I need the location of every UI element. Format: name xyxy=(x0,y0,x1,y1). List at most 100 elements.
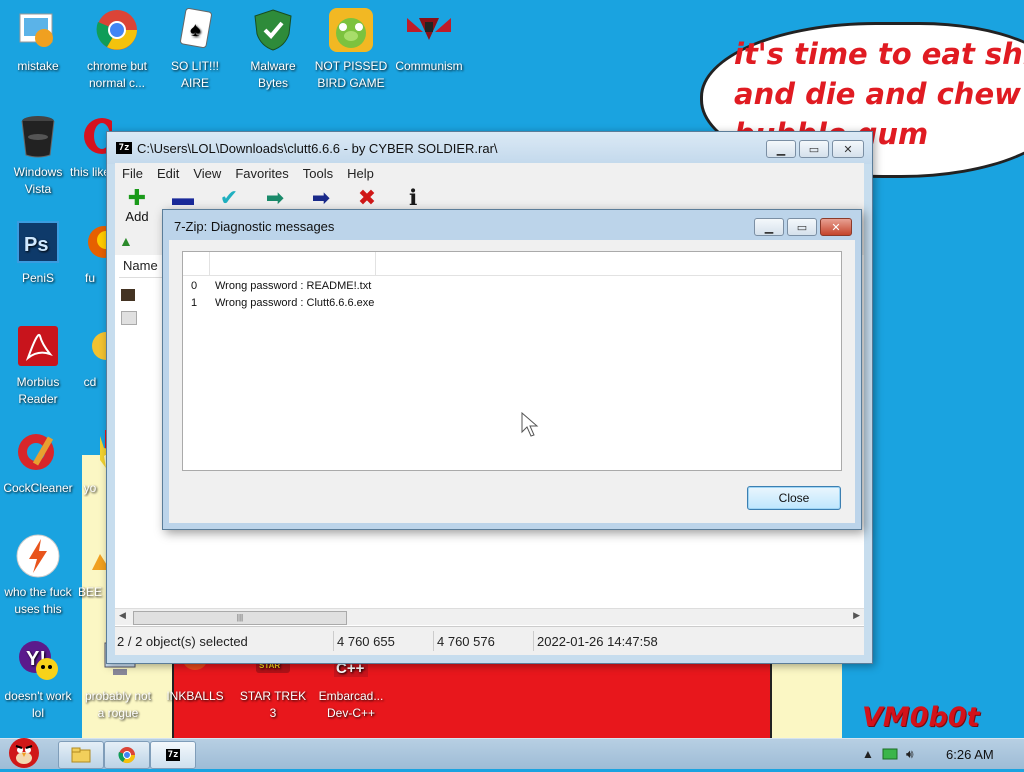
copy-button[interactable]: ➡ xyxy=(255,185,295,210)
pig-icon xyxy=(327,6,375,54)
taskbar-explorer-button[interactable] xyxy=(58,741,104,769)
message-index: 0 xyxy=(191,280,198,292)
desktop-icon-morbius-reader[interactable]: Morbius Reader xyxy=(0,322,76,408)
shield-icon xyxy=(249,6,297,54)
desktop-icon-label: PeniS xyxy=(21,271,55,285)
chrome-icon xyxy=(93,6,141,54)
show-hidden-icons-icon[interactable]: ▲ xyxy=(862,747,874,761)
title-bar[interactable]: 7z C:\Users\LOL\Downloads\clutt6.6.6 - b… xyxy=(107,132,872,164)
angry-bird-icon xyxy=(9,738,39,768)
status-size: 4 760 655 xyxy=(337,634,395,649)
chrome-icon xyxy=(118,747,136,764)
test-button[interactable]: ✔ xyxy=(209,185,249,210)
column-header-index[interactable] xyxy=(183,252,210,275)
status-divider xyxy=(333,631,334,651)
desktop-icon-label: Embarcad... Dev-C++ xyxy=(318,689,384,720)
desktop-icon-windows-vista[interactable]: Windows Vista xyxy=(0,112,76,198)
extract-button[interactable]: ▬ xyxy=(163,185,203,210)
taskbar-clock[interactable]: 6:26 AM xyxy=(946,747,994,762)
desktop-icon-yahoo[interactable]: Y! doesn't work lol xyxy=(0,636,76,722)
delete-icon: ✖ xyxy=(357,185,377,210)
menu-bar: File Edit View Favorites Tools Help xyxy=(115,163,864,183)
volume-icon[interactable]: 🔊︎ xyxy=(906,747,914,762)
folder-icon xyxy=(71,747,91,763)
scroll-thumb[interactable]: ||| xyxy=(133,611,347,625)
desktop-icon-chrome[interactable]: chrome but normal c... xyxy=(79,6,155,92)
menu-view[interactable]: View xyxy=(186,166,228,181)
minimize-icon: ▁ xyxy=(764,221,774,234)
ccleaner-icon xyxy=(14,428,62,476)
status-modified: 2022-01-26 14:47:58 xyxy=(537,634,658,649)
message-list-header xyxy=(183,252,841,276)
message-index: 1 xyxy=(191,297,198,309)
close-icon: ✕ xyxy=(831,221,841,234)
diagnostic-dialog: 7-Zip: Diagnostic messages ▁ ▭ ✕ 0 Wrong… xyxy=(162,209,862,530)
file-type-icon xyxy=(121,289,135,301)
yahoo-icon: Y! xyxy=(14,636,62,684)
desktop-icon-label: Malware Bytes xyxy=(250,59,296,90)
minimize-icon: ▁ xyxy=(776,143,786,156)
speech-line: it's time to eat shit xyxy=(734,37,1024,71)
folder-up-icon[interactable]: ▲ xyxy=(119,233,139,251)
column-header-message[interactable] xyxy=(210,252,376,275)
status-divider xyxy=(433,631,434,651)
minimize-button[interactable]: ▁ xyxy=(766,140,796,158)
start-button[interactable] xyxy=(2,731,44,769)
desktop-icon-label: Morbius Reader xyxy=(16,375,60,406)
desktop-icon-mistake[interactable]: mistake xyxy=(0,6,76,75)
desktop-icon-who-uses-this[interactable]: who the fuck uses this xyxy=(0,532,76,618)
desktop-icon-label: STAR TREK 3 xyxy=(239,689,307,720)
trash-icon xyxy=(14,112,62,160)
scroll-left-icon[interactable]: ◀ xyxy=(119,610,126,621)
menu-help[interactable]: Help xyxy=(340,166,381,181)
delete-button[interactable]: ✖ xyxy=(347,185,387,210)
dialog-minimize-button[interactable]: ▁ xyxy=(754,218,784,236)
speech-line: and die and chew xyxy=(734,77,1021,111)
picture-icon xyxy=(14,6,62,54)
menu-tools[interactable]: Tools xyxy=(296,166,340,181)
check-icon: ✔ xyxy=(219,185,239,210)
dialog-body: 0 Wrong password : README!.txt 1 Wrong p… xyxy=(169,240,855,523)
add-label: Add xyxy=(125,209,149,224)
desktop-icon-ccleaner[interactable]: CockCleaner xyxy=(0,428,76,497)
info-button[interactable]: ℹ xyxy=(393,185,433,210)
close-button[interactable]: Close xyxy=(747,486,841,510)
pdf-icon xyxy=(14,322,62,370)
move-button[interactable]: ➡ xyxy=(301,185,341,210)
close-icon: ✕ xyxy=(843,143,853,156)
desktop-icon-communism[interactable]: Communism xyxy=(391,6,467,75)
dialog-maximize-button[interactable]: ▭ xyxy=(787,218,817,236)
network-icon[interactable] xyxy=(882,748,898,764)
desktop-icon-malwarebytes[interactable]: Malware Bytes xyxy=(235,6,311,92)
message-list[interactable]: 0 Wrong password : README!.txt 1 Wrong p… xyxy=(182,251,842,471)
message-text: Wrong password : Clutt6.6.6.exe xyxy=(215,297,375,309)
desktop-icon-label: Communism xyxy=(395,59,463,73)
plus-icon: ✚ xyxy=(127,185,147,210)
window-title: C:\Users\LOL\Downloads\clutt6.6.6 - by C… xyxy=(137,141,498,156)
communism-icon xyxy=(405,6,453,54)
desktop-icon-label: chrome but normal c... xyxy=(86,59,148,90)
desktop-icon-solitaire[interactable]: ♠ SO LIT!!! AIRE xyxy=(157,6,233,92)
scroll-right-icon[interactable]: ▶ xyxy=(853,610,860,621)
menu-favorites[interactable]: Favorites xyxy=(228,166,295,181)
menu-edit[interactable]: Edit xyxy=(150,166,186,181)
lightning-icon xyxy=(14,532,62,580)
maximize-button[interactable]: ▭ xyxy=(799,140,829,158)
desktop-icon-pig-game[interactable]: NOT PISSED BIRD GAME xyxy=(313,6,389,92)
dialog-close-x-button[interactable]: ✕ xyxy=(820,218,852,236)
taskbar-7zip-button[interactable]: 7z xyxy=(150,741,196,769)
horizontal-scrollbar[interactable]: ◀ ||| ▶ xyxy=(115,608,864,625)
status-bar: 2 / 2 object(s) selected 4 760 655 4 760… xyxy=(115,626,864,655)
close-window-button[interactable]: ✕ xyxy=(832,140,864,158)
taskbar: 7z ▲ 🔊︎ 6:26 AM xyxy=(0,738,1024,769)
taskbar-chrome-button[interactable] xyxy=(104,741,150,769)
desktop-icon-label: NOT PISSED BIRD GAME xyxy=(314,59,388,90)
desktop-icon-label: Windows Vista xyxy=(13,165,63,196)
file-type-icon xyxy=(121,311,137,325)
menu-file[interactable]: File xyxy=(115,166,150,181)
desktop-icon-photoshop[interactable]: Ps PeniS xyxy=(0,218,76,287)
svg-text:♠: ♠ xyxy=(190,19,201,41)
add-button[interactable]: ✚ Add xyxy=(117,185,157,224)
move-arrow-icon: ➡ xyxy=(311,185,331,210)
column-header-name[interactable]: Name xyxy=(119,255,168,278)
